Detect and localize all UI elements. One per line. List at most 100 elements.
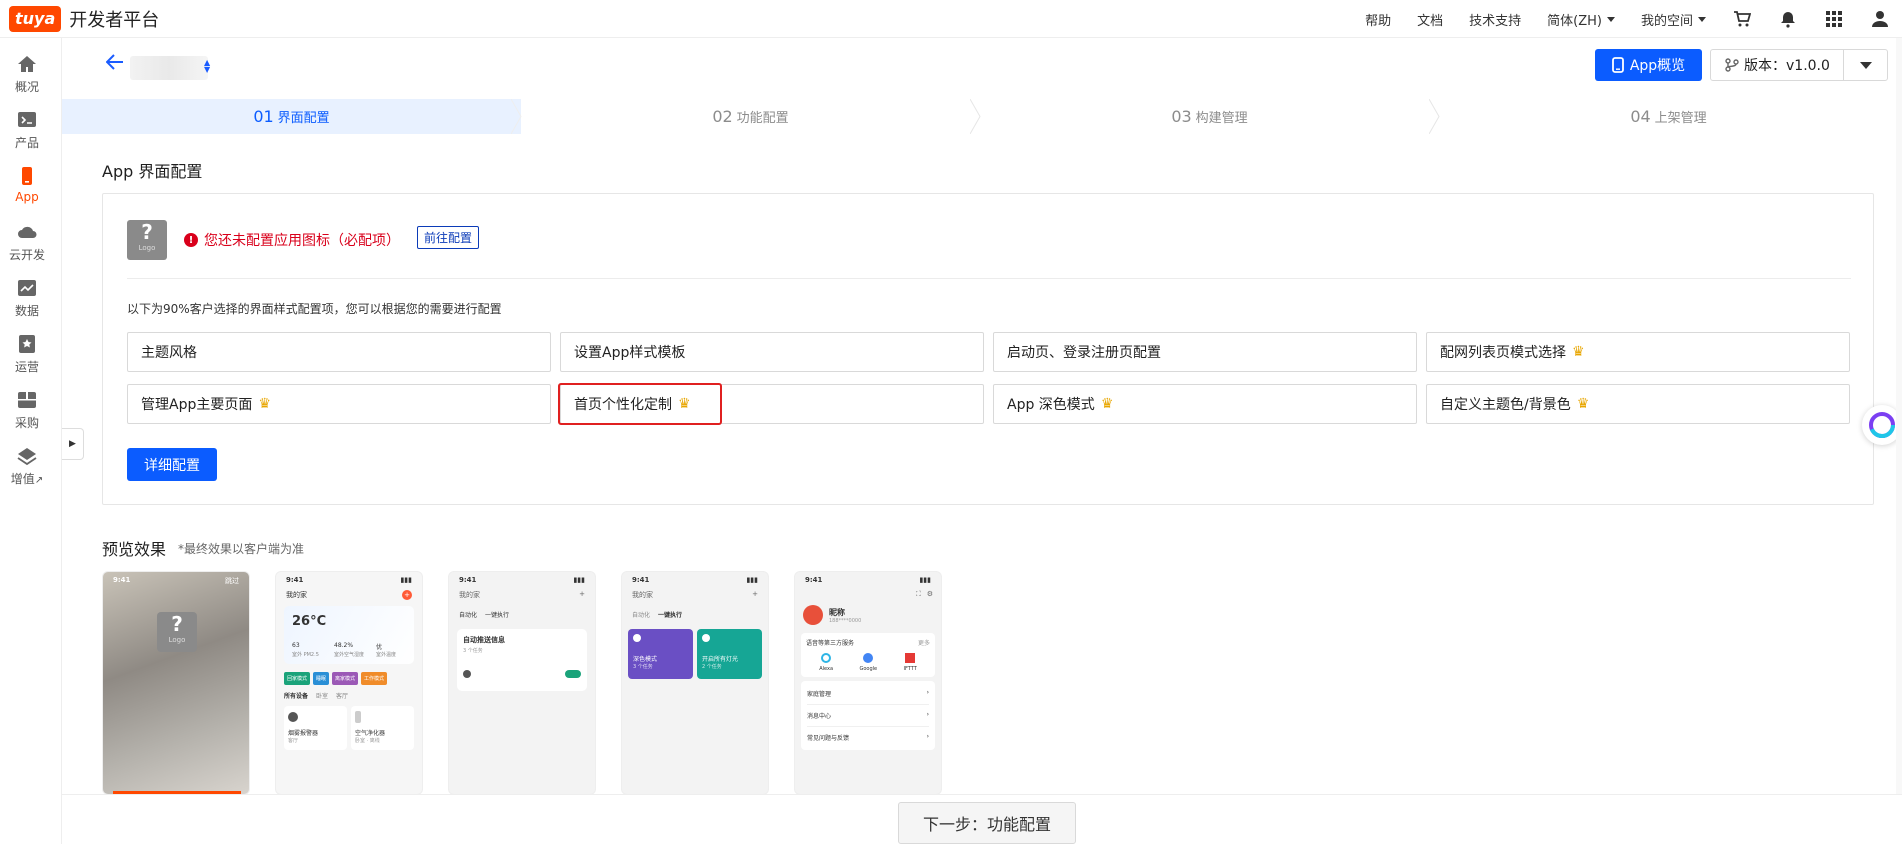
scene-chip: 工作模式 [361,672,388,685]
page-scrollbar[interactable] [1896,38,1902,794]
goto-config-button[interactable]: 前往配置 [417,226,480,249]
version-label: 版本：v1.0.0 [1744,58,1830,74]
detail-config-button[interactable]: 详细配置 [127,448,217,481]
home-icon [16,54,38,74]
profile-toolbar: ⛶ ⚙ [795,588,941,601]
space-select[interactable]: 我的空间 [1641,10,1706,29]
sort-caret-icon[interactable]: ▲ ▼ [204,59,210,74]
crown-icon: ♛ [1576,396,1590,412]
option-app-template[interactable]: 设置App样式模板 [560,332,984,372]
page-title: App 界面配置 [102,162,203,181]
menu-label: 消息中心 [807,713,832,720]
app-overview-button[interactable]: App概览 [1595,49,1702,81]
device-name: 空气净化器 [355,730,386,737]
menu-label: 常见问题与反馈 [807,735,850,742]
launch-logo: ? Logo [157,612,197,652]
support-link[interactable]: 技术支持 [1469,10,1521,29]
step-chevron [511,99,522,134]
sidebar-item-label: App [15,190,39,204]
chevron-down-icon [1606,16,1615,22]
step-release-manage[interactable]: 04 上架管理 [1439,99,1898,134]
option-theme-style[interactable]: 主题风格 [127,332,551,372]
scene-tab: 一键执行 [485,612,510,619]
back-arrow-icon[interactable] [105,54,124,74]
apps-grid-icon[interactable] [1824,9,1844,29]
device-icon [463,670,471,678]
version-select[interactable]: 版本：v1.0.0 [1710,49,1888,81]
automation-title: 自动推送信息 [463,636,505,644]
option-label: 启动页、登录注册页配置 [1007,345,1161,361]
sidebar-item-label: 运营 [14,360,39,374]
help-link[interactable]: 帮助 [1365,10,1391,29]
sidebar-item-data[interactable]: 数据 [0,278,54,319]
option-custom-color[interactable]: 自定义主题色/背景色 ♛ [1426,384,1850,424]
sidebar-item-label: 产品 [14,136,39,150]
option-label: 配网列表页模式选择 [1440,345,1566,361]
device-grid: 烟雾报警器 客厅 空气净化器 卧室 · 离线 [276,702,422,754]
version-dropdown-button[interactable] [1844,61,1887,69]
toggle-switch [565,670,581,678]
step-build-manage[interactable]: 03 构建管理 [980,99,1440,134]
scene-card: 开启所有灯光 2 个任务 [697,629,762,679]
language-select[interactable]: 简体(ZH) [1547,10,1615,29]
chevron-down-icon [1859,61,1872,69]
sidebar-item-value-added[interactable]: 增值↗ [0,446,54,487]
step-label: 功能配置 [736,111,789,126]
ifttt-icon [905,653,916,663]
option-main-pages[interactable]: 管理App主要页面 ♛ [127,384,551,424]
sidebar-item-overview[interactable]: 概况 [0,54,54,95]
option-launch-login[interactable]: 启动页、登录注册页配置 [993,332,1417,372]
footer-bar: 下一步：功能配置 [62,794,1902,844]
option-pairing-list[interactable]: 配网列表页模式选择 ♛ [1426,332,1850,372]
operate-icon [16,334,38,354]
bell-icon[interactable] [1778,9,1798,29]
scene-chip: 离家模式 [332,672,359,685]
option-label: App 深色模式 [1007,397,1095,413]
step-chevron [970,99,981,134]
sidebar-item-product[interactable]: 产品 [0,110,54,151]
preview-tap-to-run-screen: 9:41 ▮▮▮ 我的家 + 自动化 一键执行 深色模式 3 个任务 开启所有灯光 … [621,571,769,795]
sidebar-item-cloud[interactable]: 云开发 [0,222,54,263]
question-icon: ? [141,220,153,244]
scan-icon: ⛶ [915,590,921,598]
step-ui-config[interactable]: 01 界面配置 [62,99,522,134]
scene-tabs: 自动化 一键执行 [622,602,768,627]
platform-name: 开发者平台 [69,9,160,31]
weather-aqi-label: 室外 PM2.5 [292,652,319,658]
version-current[interactable]: 版本：v1.0.0 [1711,50,1844,80]
app-logo-placeholder[interactable]: ? Logo [127,220,167,260]
sidebar-item-app[interactable]: App [0,166,54,204]
preview-note: *最终效果以客户端为准 [178,542,305,556]
sidebar-expand-toggle[interactable]: ▶ [62,428,84,460]
weather-level: 优 [376,644,383,651]
step-number: 01 [253,107,274,126]
option-dark-mode[interactable]: App 深色模式 ♛ [993,384,1417,424]
step-function-config[interactable]: 02 功能配置 [521,99,981,134]
next-step-button[interactable]: 下一步：功能配置 [898,802,1076,844]
scene-card-title: 开启所有灯光 [702,656,739,663]
home-header: 我的家 + [449,588,595,602]
scene-card: 深色模式 3 个任务 [628,629,693,679]
assistant-icon [1869,412,1895,438]
tuya-logo: tuya [9,5,62,32]
sidebar-item-purchase[interactable]: 采购 [0,390,54,431]
scene-card-sub: 3 个任务 [633,664,653,670]
app-header: ▲ ▼ App概览 版本：v1.0.0 [62,38,1902,98]
device-sub: 客厅 [288,738,299,744]
sidebar-item-label: 概况 [14,80,39,94]
docs-link[interactable]: 文档 [1417,10,1443,29]
cart-icon[interactable] [1732,9,1752,29]
home-select: 我的家 [632,591,653,599]
sidebar-item-label: 采购 [14,416,39,430]
user-avatar-icon[interactable] [1870,9,1890,29]
device-sub: 卧室 · 离线 [355,738,380,744]
automation-row [463,670,581,678]
step-label: 构建管理 [1195,111,1248,126]
menu-item: 家庭管理 › [807,683,929,705]
preview-launch-screen: 9:41 跳过 ? Logo [102,571,250,795]
brand-logo[interactable]: tuya 开发者平台 [9,5,160,32]
sidebar-item-operate[interactable]: 运营 [0,334,54,375]
home-select: 我的家 [459,591,480,599]
product-icon [16,110,38,130]
app-name-select[interactable] [130,56,208,80]
